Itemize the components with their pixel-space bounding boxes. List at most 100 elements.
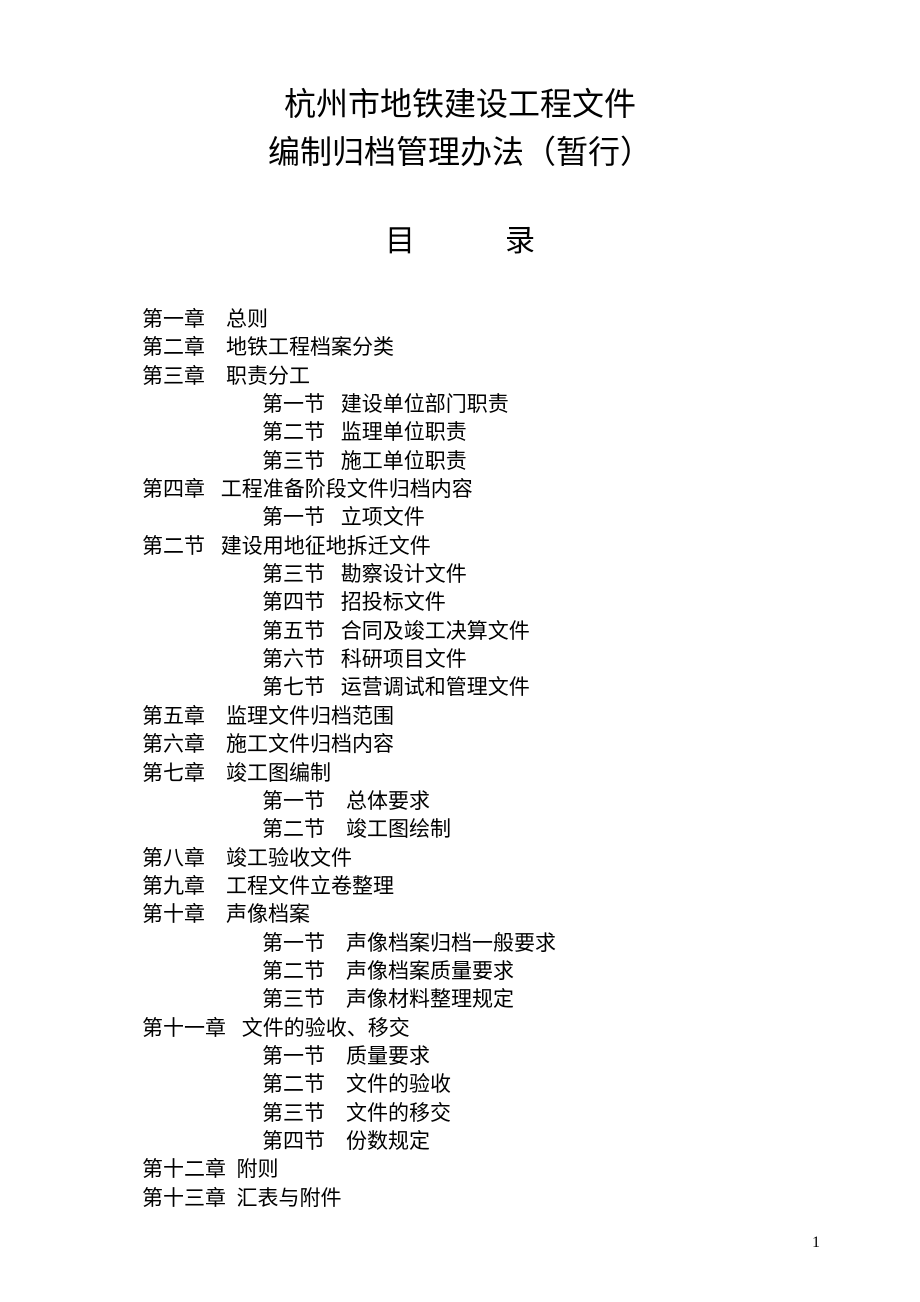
chapter-label: 第五章: [142, 702, 205, 730]
document-page: 杭州市地铁建设工程文件 编制归档管理办法（暂行） 目录 第一章 总则第二章 地铁…: [0, 0, 920, 1212]
chapter-label: 第二节: [142, 532, 205, 560]
chapter-label: 第三章: [142, 362, 205, 390]
toc-row: 第十三章 汇表与附件: [142, 1184, 920, 1212]
toc-row: 第二节 文件的验收: [142, 1070, 920, 1098]
toc-entry-text: 汇表与附件: [237, 1186, 342, 1210]
toc-row: 第四章 工程准备阶段文件归档内容: [142, 475, 920, 503]
toc-entry-text: 竣工图绘制: [346, 817, 451, 841]
chapter-label: 第六章: [142, 730, 205, 758]
toc-row: 第七节 运营调试和管理文件: [142, 673, 920, 701]
toc-entry-text: 工程准备阶段文件归档内容: [221, 477, 473, 501]
toc-row: 第二节 建设用地征地拆迁文件: [142, 532, 920, 560]
document-title: 杭州市地铁建设工程文件 编制归档管理办法（暂行）: [0, 80, 920, 176]
toc-entry-text: 总则: [226, 307, 268, 331]
section-label: 第三节: [262, 1099, 325, 1127]
toc-entry-text: 监理单位职责: [341, 420, 467, 444]
toc-entry-text: 文件的移交: [346, 1101, 451, 1125]
section-label: 第二节: [262, 815, 325, 843]
toc-entry-text: 建设单位部门职责: [341, 392, 509, 416]
toc-entry-text: 职责分工: [226, 364, 310, 388]
toc-row: 第一节 声像档案归档一般要求: [142, 929, 920, 957]
toc-entry-text: 文件的验收: [346, 1072, 451, 1096]
toc-entry-text: 质量要求: [346, 1044, 430, 1068]
toc-row: 第四节 份数规定: [142, 1127, 920, 1155]
chapter-label: 第十二章: [142, 1155, 226, 1183]
toc-entry-text: 施工单位职责: [341, 449, 467, 473]
chapter-label: 第十一章: [142, 1014, 226, 1042]
toc-entry-text: 竣工验收文件: [226, 846, 352, 870]
toc-entry-text: 勘察设计文件: [341, 562, 467, 586]
chapter-label: 第九章: [142, 872, 205, 900]
toc-row: 第十一章 文件的验收、移交: [142, 1014, 920, 1042]
toc-entry-text: 份数规定: [346, 1129, 430, 1153]
section-label: 第一节: [262, 390, 325, 418]
toc-heading-left: 目: [385, 225, 415, 258]
section-label: 第六节: [262, 645, 325, 673]
section-label: 第一节: [262, 787, 325, 815]
toc-row: 第三节 施工单位职责: [142, 447, 920, 475]
title-line-1: 杭州市地铁建设工程文件: [0, 80, 920, 128]
toc-heading: 目录: [0, 216, 920, 260]
toc-entry-text: 监理文件归档范围: [226, 704, 394, 728]
toc-row: 第二章 地铁工程档案分类: [142, 333, 920, 361]
toc-row: 第三节 文件的移交: [142, 1099, 920, 1127]
section-label: 第一节: [262, 1042, 325, 1070]
toc-entry-text: 运营调试和管理文件: [341, 675, 530, 699]
section-label: 第三节: [262, 560, 325, 588]
toc-row: 第三节 声像材料整理规定: [142, 985, 920, 1013]
page-number: 1: [812, 1234, 820, 1252]
toc-row: 第六节 科研项目文件: [142, 645, 920, 673]
toc-row: 第三章 职责分工: [142, 362, 920, 390]
toc-row: 第十二章 附则: [142, 1155, 920, 1183]
toc-row: 第十章 声像档案: [142, 900, 920, 928]
toc-entry-text: 文件的验收、移交: [242, 1016, 410, 1040]
toc-row: 第二节 声像档案质量要求: [142, 957, 920, 985]
toc-row: 第五节 合同及竣工决算文件: [142, 617, 920, 645]
title-line-2: 编制归档管理办法（暂行）: [0, 128, 920, 176]
chapter-label: 第一章: [142, 305, 205, 333]
toc-row: 第一节 质量要求: [142, 1042, 920, 1070]
toc-row: 第二节 监理单位职责: [142, 418, 920, 446]
toc-entry-text: 立项文件: [341, 505, 425, 529]
toc-entry-text: 声像档案归档一般要求: [346, 931, 556, 955]
chapter-label: 第二章: [142, 333, 205, 361]
section-label: 第一节: [262, 503, 325, 531]
chapter-label: 第十三章: [142, 1184, 226, 1212]
toc-row: 第五章 监理文件归档范围: [142, 702, 920, 730]
toc-entry-text: 招投标文件: [341, 590, 446, 614]
section-label: 第五节: [262, 617, 325, 645]
toc-entry-text: 竣工图编制: [226, 761, 331, 785]
toc-entry-text: 声像材料整理规定: [346, 987, 514, 1011]
toc-row: 第八章 竣工验收文件: [142, 844, 920, 872]
toc-row: 第三节 勘察设计文件: [142, 560, 920, 588]
toc-row: 第七章 竣工图编制: [142, 759, 920, 787]
chapter-label: 第八章: [142, 844, 205, 872]
toc-entry-text: 地铁工程档案分类: [226, 335, 394, 359]
toc-row: 第六章 施工文件归档内容: [142, 730, 920, 758]
toc-row: 第九章 工程文件立卷整理: [142, 872, 920, 900]
toc-row: 第一节 立项文件: [142, 503, 920, 531]
toc-entry-text: 合同及竣工决算文件: [341, 619, 530, 643]
toc-entry-text: 科研项目文件: [341, 647, 467, 671]
section-label: 第四节: [262, 588, 325, 616]
section-label: 第三节: [262, 985, 325, 1013]
toc-entry-text: 附则: [237, 1157, 279, 1181]
toc-entry-text: 工程文件立卷整理: [226, 874, 394, 898]
section-label: 第七节: [262, 673, 325, 701]
section-label: 第一节: [262, 929, 325, 957]
toc-row: 第二节 竣工图绘制: [142, 815, 920, 843]
toc-entry-text: 声像档案质量要求: [346, 959, 514, 983]
section-label: 第四节: [262, 1127, 325, 1155]
section-label: 第三节: [262, 447, 325, 475]
toc-entry-text: 建设用地征地拆迁文件: [221, 534, 431, 558]
section-label: 第二节: [262, 1070, 325, 1098]
toc-entry-text: 声像档案: [226, 902, 310, 926]
chapter-label: 第四章: [142, 475, 205, 503]
section-label: 第二节: [262, 957, 325, 985]
toc-entry-text: 施工文件归档内容: [226, 732, 394, 756]
toc-row: 第一章 总则: [142, 305, 920, 333]
toc-row: 第四节 招投标文件: [142, 588, 920, 616]
toc-entry-text: 总体要求: [346, 789, 430, 813]
toc-row: 第一节 总体要求: [142, 787, 920, 815]
chapter-label: 第七章: [142, 759, 205, 787]
